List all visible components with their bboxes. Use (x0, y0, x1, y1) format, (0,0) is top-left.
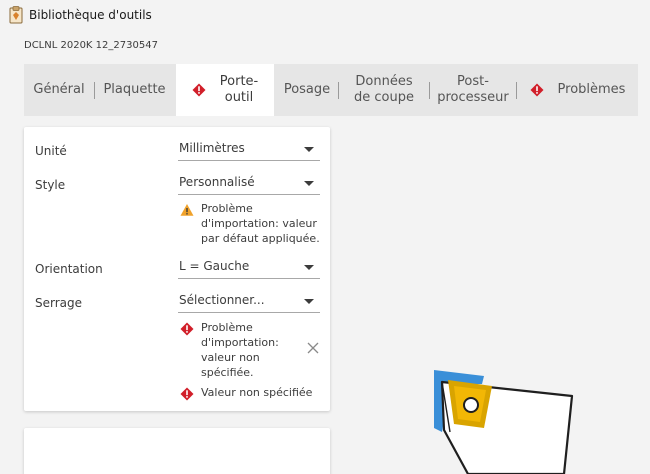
tab-porte-outil[interactable]: Porte- outil (176, 64, 274, 116)
chevron-down-icon (304, 181, 314, 186)
style-warning-line-1: Problème (201, 202, 253, 215)
tool-holder-drawing (434, 370, 574, 474)
chevron-down-icon (304, 299, 314, 304)
unit-value: Millimètres (179, 141, 245, 155)
orientation-value: L = Gauche (179, 259, 250, 273)
tab-porte-outil-label: Porte- outil (219, 73, 259, 105)
style-value: Personnalisé (179, 175, 255, 189)
app-icon (9, 6, 23, 24)
tab-plaquette-label: Plaquette (103, 81, 166, 97)
tab-general[interactable]: Général (24, 64, 94, 116)
tab-donnees-coupe-label: Données de coupe (354, 73, 414, 105)
error-icon (180, 387, 194, 401)
chevron-down-icon (304, 265, 314, 270)
tool-id: DCLNL 2020K 12_2730547 (24, 40, 158, 51)
unit-select[interactable]: Millimètres (178, 141, 320, 161)
orientation-label: Orientation (35, 262, 103, 276)
clamping-error-2-text: Valeur non spécifiée (201, 386, 313, 399)
unit-label: Unité (35, 144, 67, 158)
close-icon[interactable] (307, 342, 319, 354)
orientation-select[interactable]: L = Gauche (178, 259, 320, 279)
window-title: Bibliothèque d'outils (29, 8, 152, 22)
style-warning-line-3: par défaut appliquée. (201, 232, 320, 245)
tab-post-processeur-label: Post- processeur (437, 73, 509, 105)
clamping-error-line-1: Problème (201, 321, 253, 334)
style-select[interactable]: Personnalisé (178, 175, 320, 195)
error-icon (530, 83, 544, 97)
style-warning-line-2: d'importation: valeur (201, 217, 317, 230)
error-icon (192, 83, 206, 97)
tab-posage-label: Posage (283, 81, 331, 97)
clamping-label: Serrage (35, 296, 83, 310)
chevron-down-icon (304, 147, 314, 152)
tab-problemes[interactable]: Problèmes (517, 64, 638, 116)
warning-icon (180, 204, 194, 216)
tab-posage[interactable]: Posage (276, 64, 338, 116)
tab-bar: Général Plaquette Porte- outil Posage Do… (24, 64, 638, 116)
clamping-error-line-3: valeur non (201, 351, 260, 364)
error-icon (180, 322, 194, 336)
tab-donnees-coupe[interactable]: Données de coupe (339, 64, 429, 116)
tab-problemes-label: Problèmes (557, 81, 626, 97)
style-label: Style (35, 178, 66, 192)
secondary-panel (24, 428, 330, 474)
tab-general-label: Général (33, 81, 85, 97)
clamping-error-line-2: d'importation: (201, 336, 279, 349)
tab-post-processeur[interactable]: Post- processeur (430, 64, 516, 116)
title-bar: Bibliothèque d'outils (0, 0, 650, 30)
clamping-placeholder: Sélectionner... (179, 293, 265, 307)
tab-plaquette[interactable]: Plaquette (95, 64, 174, 116)
clamping-error-line-4: spécifiée. (201, 366, 254, 379)
clamping-select[interactable]: Sélectionner... (178, 293, 320, 313)
holder-properties-panel: Unité Millimètres Style Personnalisé Pro… (24, 127, 330, 411)
